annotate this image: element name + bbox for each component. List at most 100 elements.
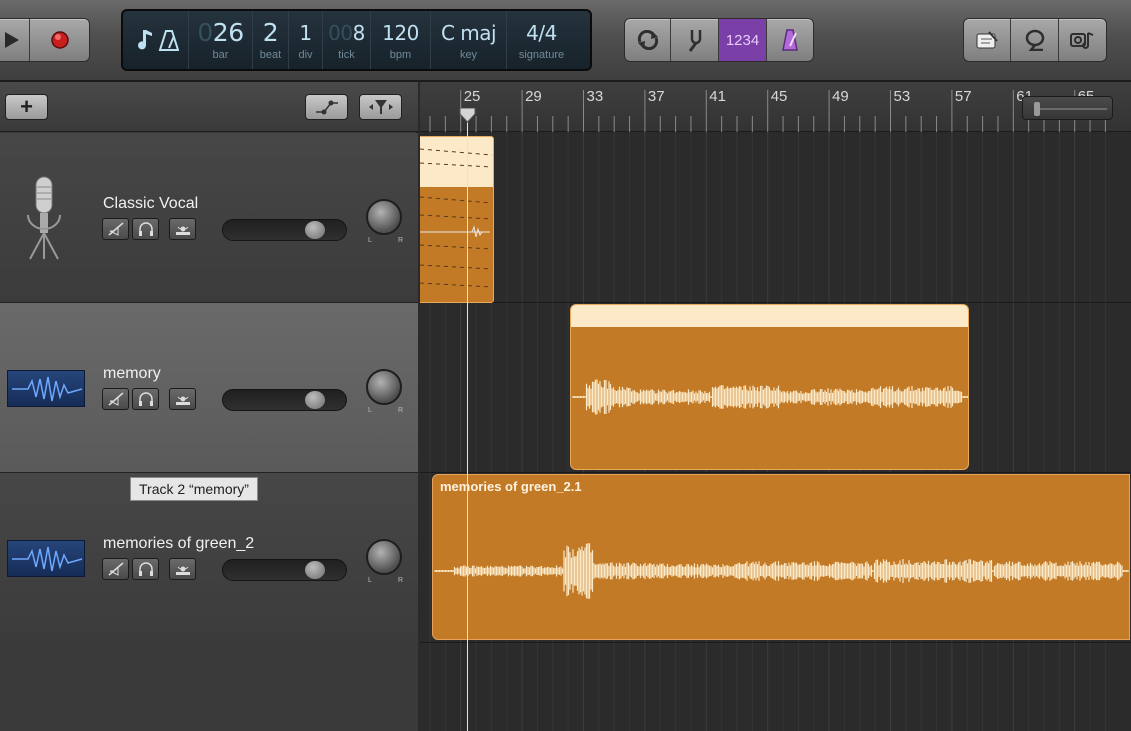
track-name: memory <box>103 365 161 382</box>
garageband-window: 026 bar 2 beat 1 div 008 tick 120 bpm C … <box>0 0 1131 731</box>
track-controls <box>102 218 196 240</box>
solo-button[interactable] <box>132 558 159 580</box>
view-controls <box>963 18 1107 62</box>
solo-button[interactable] <box>132 218 159 240</box>
pan-knob[interactable]: LR <box>366 369 403 414</box>
track-tooltip: Track 2 “memory” <box>130 477 258 501</box>
empty-track-area[interactable] <box>0 642 418 731</box>
zoom-slider[interactable] <box>1022 96 1113 120</box>
lcd-display[interactable]: 026 bar 2 beat 1 div 008 tick 120 bpm C … <box>121 9 592 71</box>
tick-value: 8 <box>352 20 366 45</box>
ruler-bar-label: 57 <box>954 88 972 105</box>
pan-knob[interactable]: LR <box>366 539 403 584</box>
track-controls <box>102 558 196 580</box>
metronome-icon <box>782 29 798 51</box>
track-header-memory[interactable]: memory LR <box>0 303 418 473</box>
input-monitor-icon <box>175 566 190 575</box>
notepad-button[interactable] <box>964 19 1012 61</box>
track-headers: + Classic Vocal L R memory L R memories … <box>0 82 418 731</box>
ruler-bar-label: 41 <box>709 88 726 105</box>
playhead-handle[interactable] <box>459 108 476 123</box>
mute-button[interactable] <box>102 388 129 410</box>
key-label: key <box>459 48 478 61</box>
playhead-line[interactable] <box>467 120 468 731</box>
input-monitor-icon <box>175 226 190 235</box>
add-track-button[interactable]: + <box>5 94 48 120</box>
signature-label: signature <box>518 48 565 61</box>
cycle-icon <box>637 30 658 50</box>
play-button[interactable] <box>0 19 31 61</box>
automation-icon <box>315 100 338 115</box>
automation-button[interactable] <box>305 94 348 120</box>
beat-label: beat <box>259 48 282 61</box>
solo-button[interactable] <box>132 388 159 410</box>
metronome-button[interactable] <box>767 19 813 61</box>
mute-button[interactable] <box>102 218 129 240</box>
mute-icon <box>108 392 123 406</box>
tuner-button[interactable] <box>671 19 719 61</box>
region-memory[interactable] <box>570 304 969 470</box>
region-classic-vocal[interactable] <box>420 136 494 303</box>
count-in-button[interactable]: 1234 <box>719 19 767 61</box>
bpm-value: 120 <box>382 20 419 45</box>
ruler-bar-label: 45 <box>770 88 788 105</box>
lcd-key[interactable]: C maj key <box>431 11 507 69</box>
pan-knob[interactable]: LR <box>366 199 403 244</box>
track-name: Classic Vocal <box>103 195 199 212</box>
loop-icon <box>1025 29 1044 51</box>
media-browser-button[interactable] <box>1059 19 1106 61</box>
record-button[interactable] <box>30 19 89 61</box>
play-icon <box>5 32 20 48</box>
region-waveform <box>434 543 1129 599</box>
track-name: memories of green_2 <box>103 535 255 552</box>
volume-knob[interactable] <box>305 561 325 579</box>
volume-knob[interactable] <box>305 221 325 239</box>
transport-controls <box>0 18 90 62</box>
tuning-fork-icon <box>688 30 701 52</box>
lcd-mode[interactable] <box>123 11 189 69</box>
track-header-classic-vocal[interactable]: Classic Vocal LR <box>0 133 418 303</box>
tuner-icon <box>158 30 179 51</box>
zoom-slider-track <box>1034 102 1107 116</box>
add-track-label: + <box>20 94 33 119</box>
headphones-icon <box>138 562 153 576</box>
waveform-icon <box>7 540 85 577</box>
input-monitor-icon <box>175 396 190 405</box>
media-browser-icon <box>1070 32 1094 49</box>
div-label: div <box>298 48 313 61</box>
lane-classic-vocal[interactable] <box>420 133 1131 303</box>
region-memories-of-green[interactable]: memories of green_2.1 <box>432 474 1130 640</box>
microphone-icon <box>27 176 61 260</box>
lcd-signature[interactable]: 4/4 signature <box>507 11 576 69</box>
mute-button[interactable] <box>102 558 129 580</box>
lcd-div: 1 div <box>289 11 323 69</box>
volume-slider[interactable] <box>222 219 347 241</box>
record-enable-button[interactable] <box>169 558 196 580</box>
mode-controls: 1234 <box>624 18 814 62</box>
record-enable-button[interactable] <box>169 388 196 410</box>
lcd-tempo[interactable]: 120 bpm <box>371 11 431 69</box>
bar-value: 26 <box>212 17 244 47</box>
mute-icon <box>108 562 123 576</box>
key-value: C maj <box>440 20 497 45</box>
volume-slider[interactable] <box>222 559 347 581</box>
volume-slider[interactable] <box>222 389 347 411</box>
arrange-area[interactable]: 2529333741454953576165 memories of green… <box>420 82 1131 731</box>
track-controls <box>102 388 196 410</box>
loop-browser-button[interactable] <box>1011 19 1059 61</box>
lcd-bar: 026 bar <box>189 11 253 69</box>
div-value: 1 <box>299 20 312 45</box>
lcd-tick: 008 tick <box>323 11 371 69</box>
track-header-toolbar: + <box>0 82 418 132</box>
bar-label: bar <box>212 48 229 61</box>
cycle-button[interactable] <box>625 19 671 61</box>
record-enable-button[interactable] <box>169 218 196 240</box>
volume-knob[interactable] <box>305 391 325 409</box>
catch-playhead-button[interactable] <box>359 94 402 120</box>
mute-icon <box>108 222 123 236</box>
music-note-icon <box>137 30 152 50</box>
record-icon <box>50 31 69 49</box>
ruler-bar-label: 49 <box>832 88 849 105</box>
ruler-bar-label: 29 <box>525 88 542 105</box>
control-bar: 026 bar 2 beat 1 div 008 tick 120 bpm C … <box>0 0 1131 82</box>
